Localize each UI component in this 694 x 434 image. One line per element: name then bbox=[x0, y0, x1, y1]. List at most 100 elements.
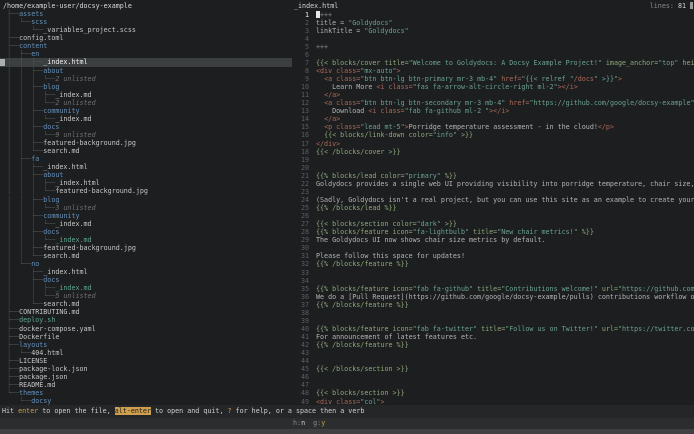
tree-row[interactable]: │ │ ├──_index.html bbox=[0, 58, 292, 66]
line-number: 48 bbox=[292, 389, 309, 397]
tree-entry-name: _index.md bbox=[55, 220, 91, 228]
tree-row[interactable]: ├──content bbox=[0, 42, 292, 50]
tree-row[interactable]: │ │ │ └──3 unlisted bbox=[0, 204, 292, 212]
tree-entry-name: blog bbox=[43, 196, 59, 204]
tree-row[interactable]: │ │ │ ├──_index.md bbox=[0, 91, 292, 99]
tree-row[interactable]: │ │ ├──blog bbox=[0, 83, 292, 91]
tree-row[interactable]: │ │ ├──blog bbox=[0, 196, 292, 204]
line-number: 31 bbox=[292, 252, 309, 260]
tree-row[interactable]: │ │ │ └──_index.md bbox=[0, 115, 292, 123]
tree-entry-name: package-lock.json bbox=[19, 365, 87, 373]
tree-entry-name: 2 unlisted bbox=[55, 75, 95, 83]
line-number: 21 bbox=[292, 172, 309, 180]
tree-entry-name: blog bbox=[43, 83, 59, 91]
tree-row[interactable]: ├──layouts bbox=[0, 341, 292, 349]
preview-panel: _index.html lines: 81 1+++2title = "Gold… bbox=[292, 0, 694, 405]
tree-row[interactable]: ├──README.md bbox=[0, 381, 292, 389]
tree-row[interactable]: │ │ ├──community bbox=[0, 212, 292, 220]
line-number: 12 bbox=[292, 99, 309, 107]
line-content: {{< /blocks/cover >}} bbox=[309, 148, 401, 156]
tree-row[interactable]: │ │ └──search.md bbox=[0, 147, 292, 155]
line-content bbox=[309, 357, 316, 365]
tree-row[interactable]: │ │ ├──docs bbox=[0, 228, 292, 236]
tree-row[interactable]: │ │ ├──docs bbox=[0, 123, 292, 131]
preview-line: 22Goldydocs provides a single web UI pro… bbox=[292, 180, 694, 188]
preview-line: 38 bbox=[292, 309, 694, 317]
line-content: +++ bbox=[309, 43, 328, 51]
code-token: "fab fa-github ml-2 " bbox=[405, 107, 490, 115]
preview-line: 36We do a [Pull Request](https://github.… bbox=[292, 293, 694, 301]
tree-row[interactable]: │ │ ├──featured-background.jpg bbox=[0, 139, 292, 147]
tree-row[interactable]: └──themes bbox=[0, 389, 292, 397]
tree-entry-name: no bbox=[31, 260, 39, 268]
preview-scrollbar[interactable] bbox=[690, 2, 693, 9]
line-content: {{% blocks/feature icon="fab fa-github" … bbox=[309, 285, 694, 293]
tree-entry-name: _index.html bbox=[43, 268, 87, 276]
line-number: 7 bbox=[292, 59, 309, 67]
code-token: "top" bbox=[658, 59, 678, 67]
preview-line: 46 bbox=[292, 373, 694, 381]
tree-row[interactable]: ├──Dockerfile bbox=[0, 333, 292, 341]
tree-row[interactable]: ├──LICENSE bbox=[0, 357, 292, 365]
code-token: href= bbox=[497, 75, 521, 83]
tree-branch: └── bbox=[3, 389, 19, 397]
status-segment: Hit bbox=[2, 407, 18, 415]
line-number: 3 bbox=[292, 27, 309, 35]
tree-row[interactable]: ├──deploy.sh bbox=[0, 316, 292, 324]
tree-row[interactable]: ├──package.json bbox=[0, 373, 292, 381]
preview-content: 1+++2title = "Goldydocs"3linkTitle = "Go… bbox=[292, 11, 694, 406]
code-token: </div> bbox=[316, 140, 340, 148]
preview-line: 23 bbox=[292, 188, 694, 196]
command-input-bar[interactable]: :e h:n g:y bbox=[0, 418, 694, 429]
preview-line: 40{{% blocks/feature icon="fab fa-twitte… bbox=[292, 325, 694, 333]
tree-row[interactable]: │ │ │ └──2 unlisted bbox=[0, 75, 292, 83]
status-segment: to open the file, bbox=[38, 407, 115, 415]
preview-line: 4 bbox=[292, 35, 694, 43]
code-token: <div class= bbox=[316, 67, 360, 75]
tree-row[interactable]: │ │ │ └──_index.md bbox=[0, 220, 292, 228]
tree-branch: ├── bbox=[3, 341, 19, 349]
line-number: 11 bbox=[292, 91, 309, 99]
preview-line: 17</div> bbox=[292, 140, 694, 148]
tree-row[interactable]: │ │ │ └──featured-background.jpg bbox=[0, 187, 292, 195]
tree-row[interactable]: │ │ ├──about bbox=[0, 67, 292, 75]
code-token: title= bbox=[469, 228, 497, 236]
line-content: {{% /blocks/feature %}} bbox=[309, 341, 409, 349]
tree-row[interactable]: │ │ │ └──_index.md bbox=[0, 236, 292, 244]
tree-entry-name: 404.html bbox=[31, 349, 63, 357]
code-token: "btn btn-lg btn-primary mr-3 mb-4" bbox=[360, 75, 497, 83]
tree-row[interactable]: │ └──404.html bbox=[0, 349, 292, 357]
tree-row[interactable]: │ ├──_index.html bbox=[0, 268, 292, 276]
tree-entry-name: 9 unlisted bbox=[55, 131, 95, 139]
tree-branch: │ │ │ └── bbox=[3, 115, 55, 123]
preview-line: 8<div class="mx-auto"> bbox=[292, 67, 694, 75]
line-content: For announcement of latest features etc. bbox=[309, 333, 477, 341]
tree-row[interactable]: ├──package-lock.json bbox=[0, 365, 292, 373]
line-content: {{% /blocks/feature %}} bbox=[309, 260, 409, 268]
tree-row[interactable]: │ │ │ └──9 unlisted bbox=[0, 131, 292, 139]
code-token: title= bbox=[473, 285, 501, 293]
tree-row[interactable]: ├──assets bbox=[0, 10, 292, 18]
tree-row[interactable]: │ ├──docs bbox=[0, 276, 292, 284]
tree-row[interactable]: │ └──scss bbox=[0, 18, 292, 26]
tree-row[interactable]: /home/example-user/docsy-example bbox=[0, 2, 292, 10]
code-token: "btn btn-lg btn-secondary mr-3 mb-4" bbox=[360, 99, 505, 107]
tree-row[interactable]: │ │ └──search.md bbox=[0, 252, 292, 260]
tree-row[interactable]: └──docsy bbox=[0, 397, 292, 405]
tree-row[interactable]: │ │ ├──community bbox=[0, 107, 292, 115]
code-token: +++ bbox=[320, 11, 332, 19]
tree-branch: │ │ ├── bbox=[3, 284, 55, 292]
tree-row[interactable]: ├──docker-compose.yaml bbox=[0, 325, 292, 333]
code-token: %}} bbox=[441, 172, 457, 180]
line-content: Download <i class="fab fa-github ml-2 ">… bbox=[309, 107, 509, 115]
code-token: {{< blocks/section color= bbox=[316, 220, 417, 228]
tree-row[interactable]: │ └──no bbox=[0, 260, 292, 268]
line-content: Goldydocs provides a single web UI provi… bbox=[309, 180, 694, 188]
tree-branch: │ │ └── bbox=[3, 252, 43, 260]
tree-row[interactable]: │ │ │ └──2 unlisted bbox=[0, 99, 292, 107]
code-token: <i class= bbox=[376, 83, 412, 91]
code-token: title = bbox=[316, 19, 348, 27]
code-token: {{< blocks/cover title= bbox=[316, 59, 409, 67]
tree-row[interactable]: │ │ ├──featured-background.jpg bbox=[0, 244, 292, 252]
mode-flags: h:n g:y bbox=[293, 418, 325, 429]
